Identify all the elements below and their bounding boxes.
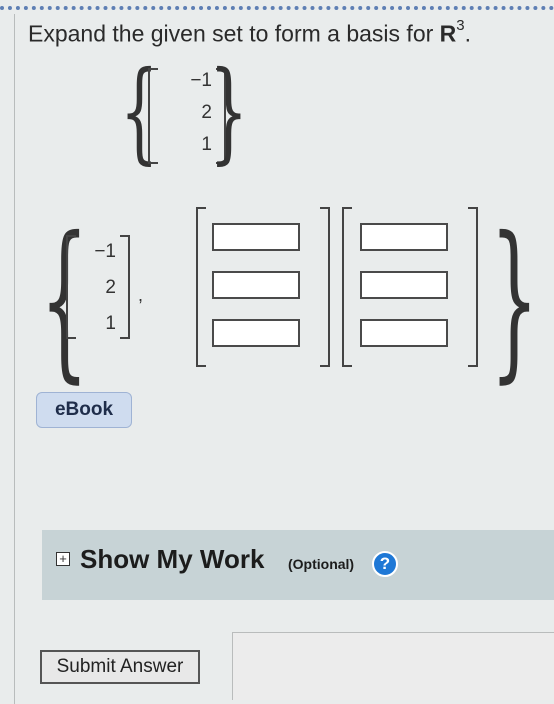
answer-vector1-entry-1: −1 (94, 241, 116, 262)
expand-plus-icon[interactable]: + (56, 552, 70, 566)
left-border-line (14, 14, 15, 704)
prompt-period: . (464, 20, 472, 47)
prompt-text: Expand the given set to form a basis for (28, 20, 440, 47)
optional-label: (Optional) (288, 556, 355, 572)
ebook-button[interactable]: eBook (36, 392, 132, 428)
given-set: { −1 2 1 } (120, 56, 248, 166)
given-entry-2: 2 (201, 102, 212, 123)
show-my-work-panel[interactable]: + Show My Work (Optional) ? (42, 530, 554, 600)
given-entry-1: −1 (190, 70, 212, 91)
answer-vector1-right-bracket (120, 235, 130, 339)
vector3-entry-3-input[interactable] (360, 319, 448, 347)
answer-right-brace: } (490, 201, 539, 399)
question-prompt: Expand the given set to form a basis for… (28, 17, 472, 48)
answer-vector1-entry-3: 1 (105, 313, 116, 334)
given-entry-3: 1 (201, 134, 212, 155)
answer-vector1-left-bracket (66, 235, 76, 339)
answer-basis-set: { −1 2 1 , } (40, 205, 539, 385)
vector-comma: , (138, 285, 144, 305)
vector3-entry-1-input[interactable] (360, 223, 448, 251)
vector3-entry-2-input[interactable] (360, 271, 448, 299)
space-exponent: 3 (456, 17, 465, 34)
help-icon[interactable]: ? (372, 551, 398, 577)
dotted-top-border (0, 6, 554, 10)
answer-vector2-left-bracket (196, 207, 206, 367)
right-brace: } (209, 47, 249, 175)
blank-panel (232, 632, 554, 700)
submit-answer-button[interactable]: Submit Answer (40, 650, 200, 684)
left-bracket (148, 68, 158, 164)
vector2-entry-2-input[interactable] (212, 271, 300, 299)
answer-vector3-right-bracket (468, 207, 478, 367)
vector2-entry-3-input[interactable] (212, 319, 300, 347)
space-symbol: R (439, 20, 457, 47)
show-my-work-label[interactable]: Show My Work (80, 544, 264, 575)
vector2-entry-1-input[interactable] (212, 223, 300, 251)
answer-vector2-right-bracket (320, 207, 330, 367)
answer-vector1-entry-2: 2 (105, 277, 116, 298)
answer-vector3-left-bracket (342, 207, 352, 367)
